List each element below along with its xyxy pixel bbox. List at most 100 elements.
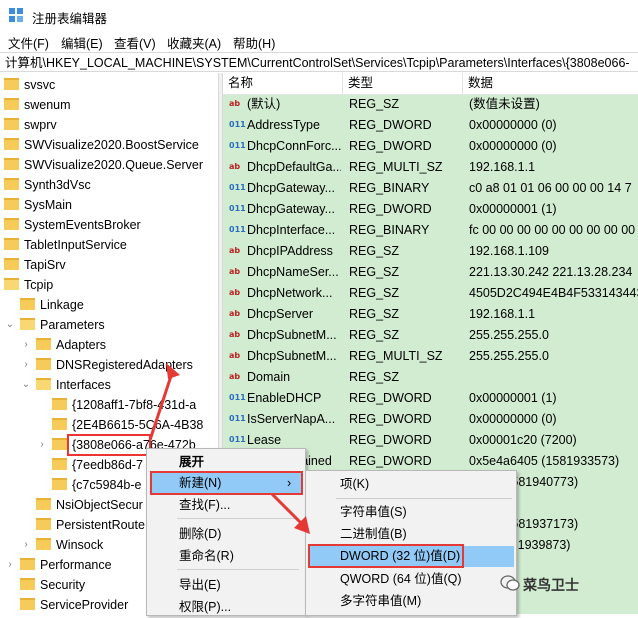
folder-icon: [4, 258, 19, 270]
menu-separator: [336, 498, 512, 499]
menu-delete[interactable]: 删除(D): [179, 523, 221, 545]
menu-edit[interactable]: 编辑(E): [61, 33, 103, 52]
value-name: DhcpNameSer...: [247, 265, 339, 279]
value-type: REG_DWORD: [349, 118, 432, 132]
binary-value-icon: 011: [229, 183, 246, 192]
tree-label: swprv: [24, 118, 57, 132]
value-row[interactable]: ab (默认) REG_SZ (数值未设置): [223, 94, 638, 115]
binary-value-icon: 011: [229, 204, 246, 213]
value-name: DhcpNetwork...: [247, 286, 333, 300]
folder-icon: [4, 118, 19, 130]
folder-icon: [52, 458, 67, 470]
folder-icon: [20, 578, 35, 590]
menu-help[interactable]: 帮助(H): [233, 33, 275, 52]
menu-new-qword[interactable]: QWORD (64 位)值(Q): [340, 568, 462, 590]
value-name: DhcpDefaultGa...: [247, 160, 341, 174]
tree-label: swenum: [24, 98, 71, 112]
value-data: 0x00000000 (0): [469, 139, 557, 153]
menu-new-string[interactable]: 字符串值(S): [340, 501, 407, 523]
folder-icon: [52, 418, 67, 430]
value-row[interactable]: 011 DhcpGateway... REG_DWORD 0x00000001 (1): [223, 199, 638, 220]
value-row[interactable]: 011 DhcpConnForc... REG_DWORD 0x00000000 (0…: [223, 136, 638, 157]
value-row[interactable]: ab DhcpNameSer... REG_SZ 221.13.30.242 221.…: [223, 262, 638, 283]
value-row[interactable]: 011 AddressType REG_DWORD 0x00000000 (0): [223, 115, 638, 136]
menu-permissions[interactable]: 权限(P)...: [179, 596, 231, 618]
value-type: REG_SZ: [349, 307, 400, 321]
value-row[interactable]: ab DhcpSubnetM... REG_SZ 255.255.255.0: [223, 325, 638, 346]
chevron-right-icon[interactable]: ›: [20, 355, 32, 375]
chevron-right-icon[interactable]: ›: [20, 535, 32, 555]
menu-file[interactable]: 文件(F): [8, 33, 49, 52]
menu-new-binary[interactable]: 二进制值(B): [340, 523, 407, 545]
value-row[interactable]: ab Domain REG_SZ: [223, 367, 638, 388]
value-row[interactable]: ab DhcpSubnetM... REG_MULTI_SZ 255.255.255.…: [223, 346, 638, 367]
menu-favorites[interactable]: 收藏夹(A): [167, 33, 221, 52]
annotation-arrow-icon: [148, 363, 180, 441]
value-data: 0x00000000 (0): [469, 118, 557, 132]
menu-export[interactable]: 导出(E): [179, 574, 221, 596]
tree-label: TapiSrv: [24, 258, 66, 272]
value-name: DhcpGateway...: [247, 202, 336, 216]
menu-find[interactable]: 查找(F)...: [179, 494, 230, 516]
value-row[interactable]: ab DhcpIPAddress REG_SZ 192.168.1.109: [223, 241, 638, 262]
menu-new-key[interactable]: 项(K): [340, 473, 369, 495]
binary-value-icon: 011: [229, 414, 246, 423]
value-row[interactable]: ab DhcpServer REG_SZ 192.168.1.1: [223, 304, 638, 325]
value-data: 255.255.255.0: [469, 328, 549, 342]
folder-icon: [36, 358, 51, 370]
column-data[interactable]: 数据: [463, 73, 638, 94]
annotation-arrow-icon: [270, 492, 310, 534]
value-type: REG_SZ: [349, 97, 400, 111]
chevron-down-icon[interactable]: ⌄: [4, 315, 16, 335]
menu-new-multistring[interactable]: 多字符串值(M): [340, 590, 421, 612]
list-header: 名称 类型 数据: [223, 73, 638, 95]
column-name[interactable]: 名称: [223, 73, 343, 94]
tree-label: {7eedb86d-7: [72, 458, 143, 472]
value-type: REG_DWORD: [349, 391, 432, 405]
menu-view[interactable]: 查看(V): [114, 33, 156, 52]
value-row[interactable]: 011 IsServerNapA... REG_DWORD 0x00000000 (0…: [223, 409, 638, 430]
column-type[interactable]: 类型: [343, 73, 463, 94]
value-row[interactable]: ab DhcpNetwork... REG_SZ 4505D2C494E4B4F533…: [223, 283, 638, 304]
string-value-icon: ab: [229, 330, 241, 339]
value-row[interactable]: 011 DhcpInterface... REG_BINARY fc 00 00 00…: [223, 220, 638, 241]
tree-label: Parameters: [40, 318, 105, 332]
value-name: DhcpSubnetM...: [247, 328, 337, 342]
folder-icon: [4, 198, 19, 210]
string-value-icon: ab: [229, 99, 241, 108]
value-type: REG_SZ: [349, 286, 400, 300]
chevron-right-icon[interactable]: ›: [36, 435, 48, 455]
chevron-right-icon[interactable]: ›: [4, 555, 16, 575]
folder-icon: [52, 398, 67, 410]
string-value-icon: ab: [229, 309, 241, 318]
folder-icon: [36, 538, 51, 550]
string-value-icon: ab: [229, 288, 241, 297]
tree-label: Adapters: [56, 338, 107, 352]
value-type: REG_SZ: [349, 328, 400, 342]
folder-open-icon: [36, 378, 51, 390]
value-name: DhcpIPAddress: [247, 244, 333, 258]
chevron-down-icon[interactable]: ⌄: [20, 375, 32, 395]
tree-label: TabletInputService: [24, 238, 127, 252]
folder-open-icon: [4, 278, 19, 290]
value-type: REG_MULTI_SZ: [349, 160, 443, 174]
value-row[interactable]: 011 EnableDHCP REG_DWORD 0x00000001 (1): [223, 388, 638, 409]
folder-icon: [36, 518, 51, 530]
menu-rename[interactable]: 重命名(R): [179, 545, 234, 567]
value-data: 255.255.255.0: [469, 349, 549, 363]
binary-value-icon: 011: [229, 393, 246, 402]
tree-label: Tcpip: [24, 278, 54, 292]
value-row[interactable]: ab DhcpDefaultGa... REG_MULTI_SZ 192.168.1.…: [223, 157, 638, 178]
value-name: (默认): [247, 97, 281, 111]
folder-icon: [4, 98, 19, 110]
tree-label: Winsock: [56, 538, 104, 552]
value-data: 0x00000000 (0): [469, 412, 557, 426]
value-row[interactable]: 011 DhcpGateway... REG_BINARY c0 a8 01 01 0…: [223, 178, 638, 199]
chevron-right-icon[interactable]: ›: [20, 335, 32, 355]
value-name: DhcpGateway...: [247, 181, 336, 195]
address-bar[interactable]: 计算机\HKEY_LOCAL_MACHINE\SYSTEM\CurrentCon…: [0, 52, 638, 72]
menu-expand[interactable]: 展开: [179, 451, 204, 473]
value-data: 192.168.1.109: [469, 244, 549, 258]
value-data: c0 a8 01 01 06 00 00 00 14 7: [469, 181, 632, 195]
tree-label: SystemEventsBroker: [24, 218, 141, 232]
